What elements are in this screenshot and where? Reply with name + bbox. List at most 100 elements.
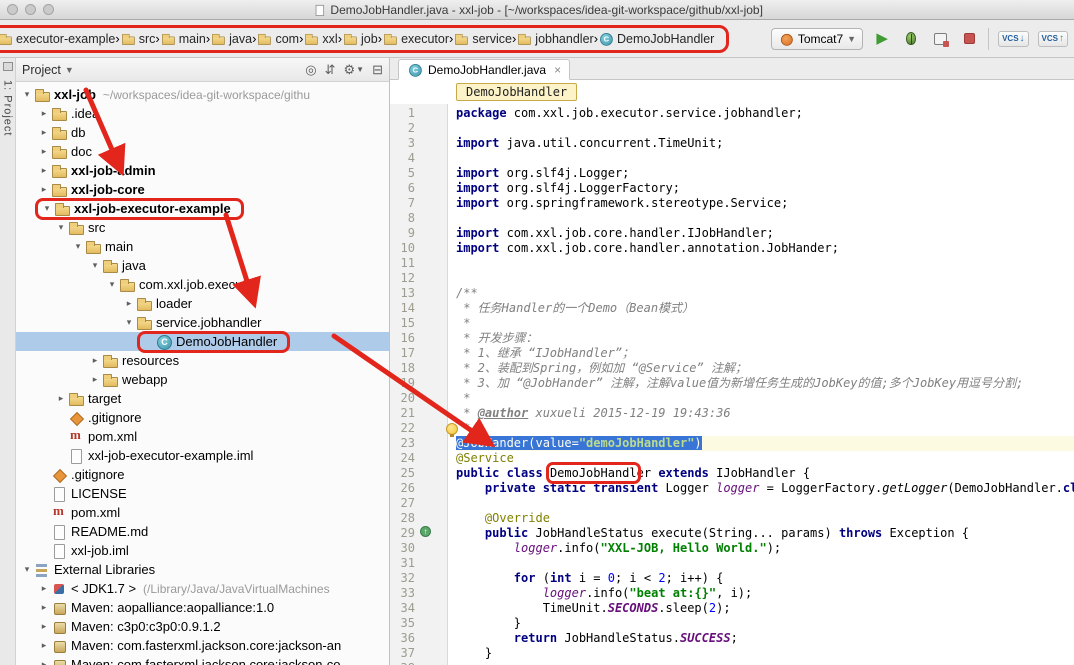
line-number[interactable]: 8 <box>390 211 415 226</box>
code-lines[interactable]: package com.xxl.job.executor.service.job… <box>448 104 1074 665</box>
collapsed-arrow-icon[interactable]: ▸ <box>54 393 68 404</box>
line-number[interactable]: 27 <box>390 496 415 511</box>
tree-item-doc[interactable]: ▸doc <box>16 142 389 161</box>
breadcrumb-item-src[interactable]: src <box>120 31 156 47</box>
line-number[interactable]: 13 <box>390 286 415 301</box>
stop-button[interactable] <box>959 29 979 49</box>
line-number[interactable]: 6 <box>390 181 415 196</box>
expanded-arrow-icon[interactable]: ▾ <box>88 260 102 271</box>
collapsed-arrow-icon[interactable]: ▸ <box>88 355 102 366</box>
vcs-update-button[interactable]: VCS ↓ <box>998 31 1028 47</box>
breadcrumb-item-executor-example[interactable]: executor-example <box>0 31 115 47</box>
tree-item-license[interactable]: LICENSE <box>16 484 389 503</box>
hide-panel-icon[interactable]: ⊟ <box>372 62 383 78</box>
expanded-arrow-icon[interactable]: ▾ <box>20 89 34 100</box>
line-number[interactable]: 10 <box>390 241 415 256</box>
line-number[interactable]: 28 <box>390 511 415 526</box>
collapsed-arrow-icon[interactable]: ▸ <box>37 659 51 665</box>
collapsed-arrow-icon[interactable]: ▸ <box>37 146 51 157</box>
editor-gutter[interactable]: 1234567891011121314151617181920212223242… <box>390 104 448 665</box>
collapsed-arrow-icon[interactable]: ▸ <box>37 108 51 119</box>
line-number[interactable]: 23 <box>390 436 415 451</box>
breadcrumb-item-jobhandler[interactable]: jobhandler <box>516 31 593 47</box>
line-number[interactable]: 12 <box>390 271 415 286</box>
line-number[interactable]: 7 <box>390 196 415 211</box>
settings-button[interactable]: ⚙▼ <box>344 62 365 78</box>
tree-item-resources[interactable]: ▸resources <box>16 351 389 370</box>
line-number[interactable]: 3 <box>390 136 415 151</box>
coverage-button[interactable] <box>930 29 950 49</box>
tree-item-idea[interactable]: ▸.idea <box>16 104 389 123</box>
code-editor[interactable]: 1234567891011121314151617181920212223242… <box>390 104 1074 665</box>
tree-item-maven-aopalliance-aopalliance-1-0[interactable]: ▸Maven: aopalliance:aopalliance:1.0 <box>16 598 389 617</box>
vcs-commit-button[interactable]: VCS ↑ <box>1038 31 1068 47</box>
tab-demojobhandler[interactable]: DemoJobHandler.java × <box>398 59 570 80</box>
tree-item-gitignore[interactable]: .gitignore <box>16 408 389 427</box>
debug-button[interactable] <box>901 29 921 49</box>
tree-item-readme-md[interactable]: README.md <box>16 522 389 541</box>
tree-item-jdk1-7[interactable]: ▸< JDK1.7 >(/Library/Java/JavaVirtualMac… <box>16 579 389 598</box>
line-number[interactable]: 15 <box>390 316 415 331</box>
line-number[interactable]: 4 <box>390 151 415 166</box>
tree-item-java[interactable]: ▾java <box>16 256 389 275</box>
tree-item-src[interactable]: ▾src <box>16 218 389 237</box>
line-number[interactable]: 36 <box>390 631 415 646</box>
tree-item-target[interactable]: ▸target <box>16 389 389 408</box>
tree-item-xxl-job[interactable]: ▾xxl-job~/workspaces/idea-git-workspace/… <box>16 85 389 104</box>
window-controls[interactable] <box>7 4 54 15</box>
run-button[interactable]: ▶ <box>872 29 892 49</box>
minimize-window-icon[interactable] <box>25 4 36 15</box>
breadcrumb-item-java[interactable]: java <box>210 31 252 47</box>
line-number[interactable]: 38 <box>390 661 415 665</box>
line-number[interactable]: 9 <box>390 226 415 241</box>
project-tool-button[interactable]: 1: Project <box>2 80 14 136</box>
collapsed-arrow-icon[interactable]: ▸ <box>122 298 136 309</box>
collapsed-arrow-icon[interactable]: ▸ <box>37 165 51 176</box>
collapsed-arrow-icon[interactable]: ▸ <box>88 374 102 385</box>
tree-item-pom-xml[interactable]: pom.xml <box>16 427 389 446</box>
line-number[interactable]: 11 <box>390 256 415 271</box>
tree-item-pom-xml[interactable]: pom.xml <box>16 503 389 522</box>
breadcrumb-item-xxl[interactable]: xxl <box>303 31 337 47</box>
line-number[interactable]: 24 <box>390 451 415 466</box>
tree-item-service-jobhandler[interactable]: ▾service.jobhandler <box>16 313 389 332</box>
line-number[interactable]: 32 <box>390 571 415 586</box>
tree-item-xxl-job-executor-example[interactable]: ▾xxl-job-executor-example <box>16 199 389 218</box>
line-number[interactable]: 20 <box>390 391 415 406</box>
line-number[interactable]: 33 <box>390 586 415 601</box>
line-number[interactable]: 35 <box>390 616 415 631</box>
tree-item-xxl-job-executor-example-iml[interactable]: xxl-job-executor-example.iml <box>16 446 389 465</box>
expanded-arrow-icon[interactable]: ▾ <box>40 203 54 214</box>
expanded-arrow-icon[interactable]: ▾ <box>105 279 119 290</box>
tree-item-db[interactable]: ▸db <box>16 123 389 142</box>
collapsed-arrow-icon[interactable]: ▸ <box>37 640 51 651</box>
breadcrumb-item-main[interactable]: main <box>160 31 206 47</box>
line-number[interactable]: 5 <box>390 166 415 181</box>
tree-item-main[interactable]: ▾main <box>16 237 389 256</box>
line-number[interactable]: 17 <box>390 346 415 361</box>
collapsed-arrow-icon[interactable]: ▸ <box>37 621 51 632</box>
expanded-arrow-icon[interactable]: ▾ <box>122 317 136 328</box>
collapsed-arrow-icon[interactable]: ▸ <box>37 583 51 594</box>
line-number[interactable]: 19 <box>390 376 415 391</box>
collapsed-arrow-icon[interactable]: ▸ <box>37 127 51 138</box>
tree-item-webapp[interactable]: ▸webapp <box>16 370 389 389</box>
line-number[interactable]: 31 <box>390 556 415 571</box>
breadcrumb-item-com[interactable]: com <box>256 31 299 47</box>
line-number[interactable]: 18 <box>390 361 415 376</box>
tree-item-maven-c3p0-c3p0-0-9-1-2[interactable]: ▸Maven: c3p0:c3p0:0.9.1.2 <box>16 617 389 636</box>
line-number[interactable]: 37 <box>390 646 415 661</box>
line-number[interactable]: 25 <box>390 466 415 481</box>
tree-item-loader[interactable]: ▸loader <box>16 294 389 313</box>
expanded-arrow-icon[interactable]: ▾ <box>71 241 85 252</box>
zoom-window-icon[interactable] <box>43 4 54 15</box>
line-number[interactable]: 26 <box>390 481 415 496</box>
tree-item-xxl-job-admin[interactable]: ▸xxl-job-admin <box>16 161 389 180</box>
line-number[interactable]: 21 <box>390 406 415 421</box>
tree-item-gitignore[interactable]: .gitignore <box>16 465 389 484</box>
tree-item-xxl-job-iml[interactable]: xxl-job.iml <box>16 541 389 560</box>
tool-window-icon[interactable] <box>3 62 13 71</box>
tree-item-maven-com-fasterxml-jackson-core-jackson-co[interactable]: ▸Maven: com.fasterxml.jackson.core:jacks… <box>16 655 389 665</box>
line-number[interactable]: 1 <box>390 106 415 121</box>
breadcrumb-item-demojobhandler[interactable]: DemoJobHandler <box>598 31 714 47</box>
